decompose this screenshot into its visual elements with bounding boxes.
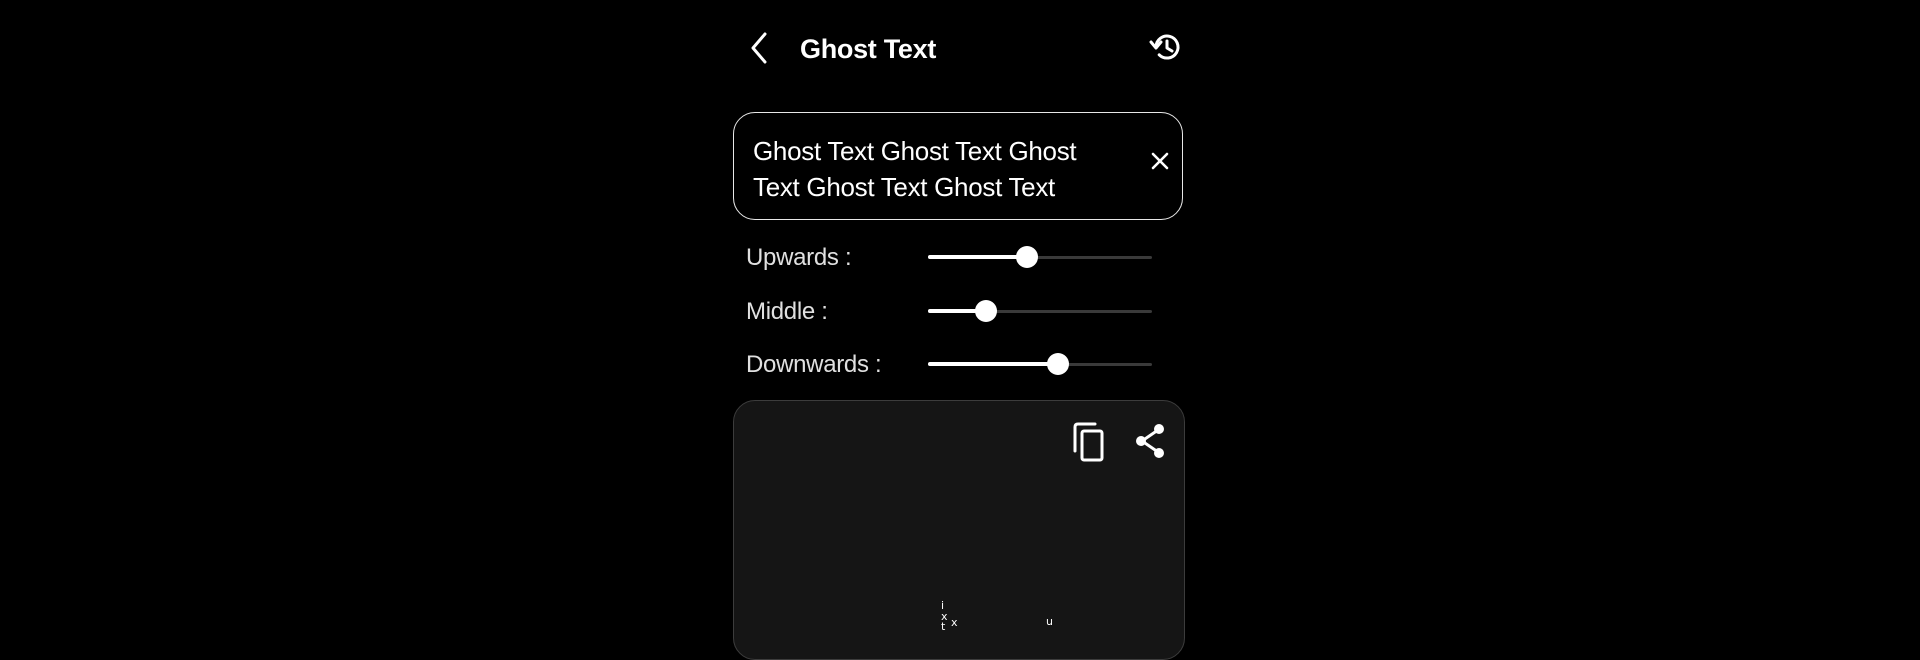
ghost-glyph: x [951,616,958,629]
page-title: Ghost Text [800,34,937,64]
middle-row: Middle : [733,291,1187,331]
share-button[interactable] [1132,421,1168,461]
chevron-left-icon [751,32,767,64]
middle-label: Middle : [746,298,828,325]
history-icon [1149,34,1180,60]
downwards-slider[interactable] [928,344,1152,384]
share-icon [1136,424,1164,458]
downwards-row: Downwards : [733,344,1187,384]
slider-thumb[interactable] [1015,246,1038,268]
clear-button[interactable] [1142,143,1178,179]
slider-thumb[interactable] [1046,353,1069,375]
copy-button[interactable] [1071,421,1107,463]
upwards-label: Upwards : [746,244,852,271]
slider-thumb[interactable] [975,300,998,322]
ghost-glyph: t [941,620,946,633]
output-panel: i x x t u [733,400,1185,660]
top-app-bar: Ghost Text [733,22,1187,76]
downwards-label: Downwards : [746,351,882,378]
close-icon [1151,152,1169,170]
ghost-text-screen: Ghost Text Ghost Text Ghost Text Ghost T… [733,0,1187,660]
text-input-field[interactable]: Ghost Text Ghost Text Ghost Text Ghost T… [753,133,1123,205]
text-input-box[interactable]: Ghost Text Ghost Text Ghost Text Ghost T… [733,112,1183,220]
slider-fill [928,255,1027,259]
back-button[interactable] [741,28,781,68]
upwards-row: Upwards : [733,237,1187,277]
middle-slider[interactable] [928,291,1152,331]
slider-fill [928,362,1058,366]
history-button[interactable] [1147,28,1185,66]
upwards-slider[interactable] [928,237,1152,277]
ghost-glyph: u [1046,615,1053,628]
copy-icon [1073,422,1104,462]
